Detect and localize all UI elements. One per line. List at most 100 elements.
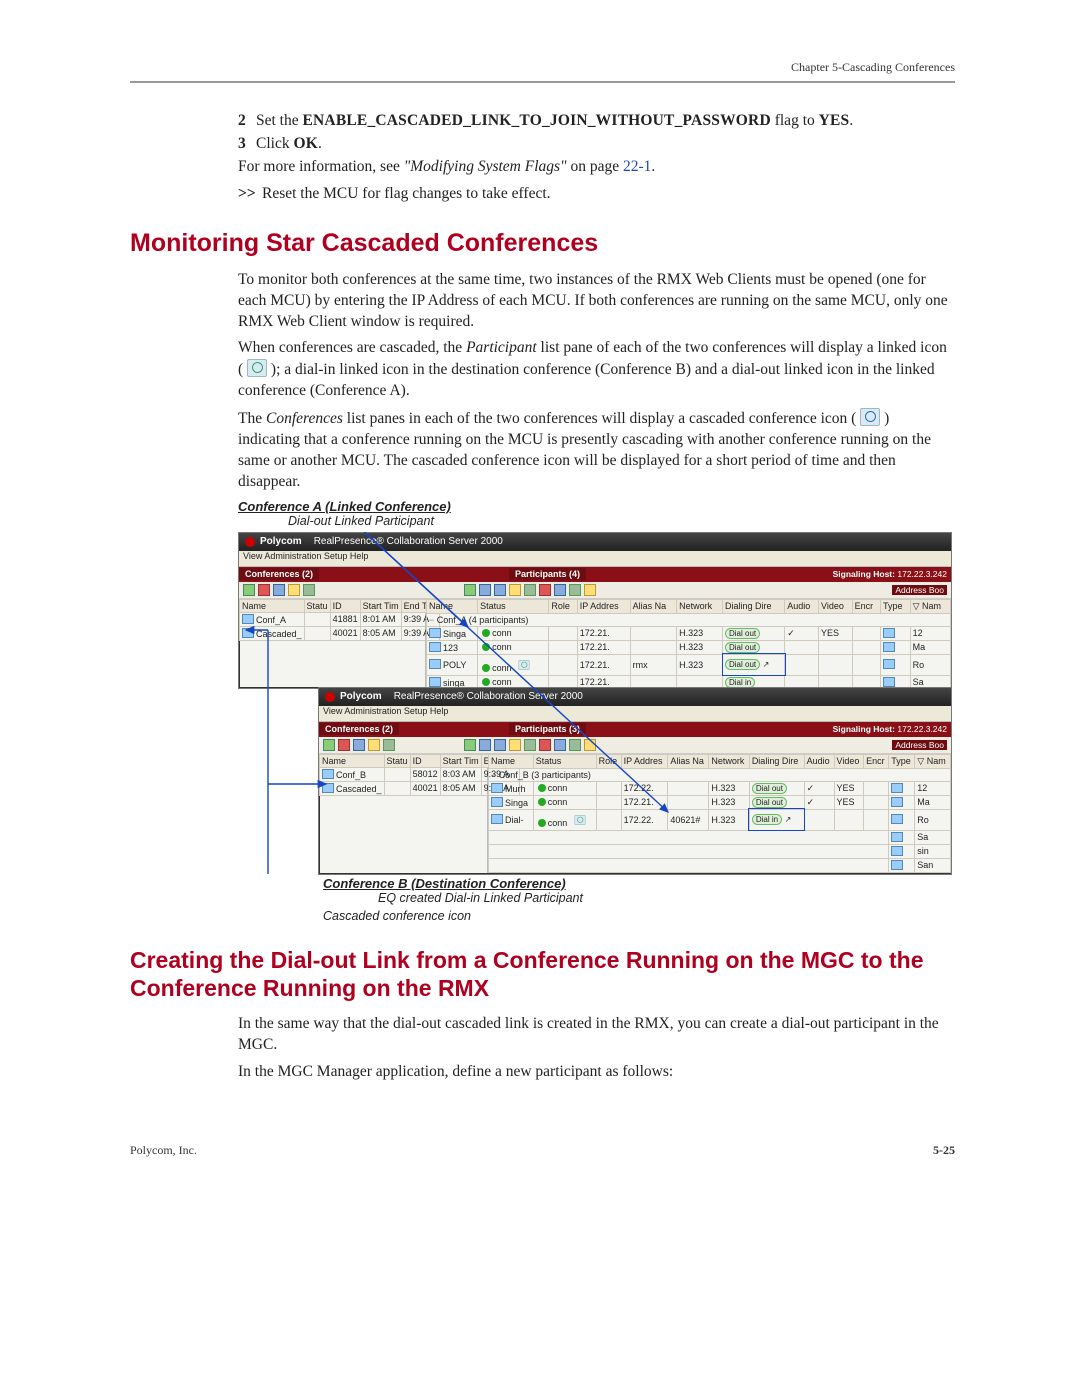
text: . bbox=[651, 158, 655, 175]
col: IP Addres bbox=[577, 599, 630, 613]
col: Network bbox=[709, 754, 749, 768]
table-row[interactable]: Dial-conn 172.22.40621#H.323Dial in ↗Ro bbox=[489, 809, 951, 830]
tool-icon[interactable] bbox=[303, 584, 315, 596]
col: Video bbox=[834, 754, 864, 768]
conferences-tab[interactable]: Conferences (2) bbox=[319, 723, 399, 735]
tool-icon[interactable] bbox=[509, 739, 521, 751]
menubar[interactable]: View Administration Setup Help bbox=[239, 551, 951, 567]
text: flag to bbox=[771, 112, 819, 129]
heading-creating-dialout: Creating the Dial-out Link from a Confer… bbox=[130, 947, 955, 1002]
table-row[interactable]: Singaconn172.21.H.323Dial out✓YES12 bbox=[427, 626, 951, 640]
step-number: 2 bbox=[238, 111, 256, 132]
add-icon[interactable] bbox=[243, 584, 255, 596]
type-icon bbox=[891, 783, 903, 793]
text: . bbox=[318, 135, 322, 152]
tool-icon[interactable] bbox=[569, 584, 581, 596]
cell: 58012 bbox=[410, 767, 440, 781]
table-row[interactable]: Singaconn172.21.H.323Dial out✓YESMa bbox=[489, 795, 951, 809]
tool-icon[interactable] bbox=[383, 739, 395, 751]
table-row[interactable]: Murhconn172.22.H.323Dial out✓YES12 bbox=[489, 781, 951, 795]
add-participant-icon[interactable] bbox=[464, 584, 476, 596]
col: Encr bbox=[852, 599, 880, 613]
status-icon bbox=[482, 678, 490, 686]
prompt-marker: >> bbox=[238, 184, 262, 205]
text: list panes in each of the two conference… bbox=[343, 410, 856, 427]
address-book-tab[interactable]: Address Boo bbox=[892, 740, 947, 750]
tool-icon[interactable] bbox=[554, 584, 566, 596]
step-text: Click OK. bbox=[256, 134, 322, 155]
reset-prompt: >> Reset the MCU for flag changes to tak… bbox=[238, 184, 955, 205]
polycom-logo-icon bbox=[245, 537, 255, 547]
table-row: San bbox=[489, 858, 951, 872]
delete-icon[interactable] bbox=[338, 739, 350, 751]
para-create-1: In the same way that the dial-out cascad… bbox=[238, 1014, 955, 1056]
tool-icon[interactable] bbox=[524, 584, 536, 596]
term: Participant bbox=[466, 339, 537, 356]
tool-icon[interactable] bbox=[368, 739, 380, 751]
table-row[interactable]: Conf_A418818:01 AM9:39 A bbox=[240, 612, 440, 626]
cell: Ma bbox=[910, 640, 950, 654]
add-participant-icon[interactable] bbox=[464, 739, 476, 751]
type-icon bbox=[883, 659, 895, 669]
cross-ref-page[interactable]: 22-1 bbox=[623, 158, 651, 175]
tool-icon[interactable] bbox=[554, 739, 566, 751]
table-row[interactable]: − Conf_B (3 participants) bbox=[489, 768, 951, 781]
col: Status bbox=[533, 754, 596, 768]
menubar[interactable]: View Administration Setup Help bbox=[319, 706, 951, 722]
tool-icon[interactable] bbox=[353, 739, 365, 751]
participant-icon bbox=[491, 797, 503, 807]
table-row[interactable]: POLYconn 172.21.rmxH.323Dial out ↗Ro bbox=[427, 654, 951, 675]
more-info: For more information, see "Modifying Sys… bbox=[238, 157, 955, 178]
col: Audio bbox=[804, 754, 834, 768]
tool-icon[interactable] bbox=[509, 584, 521, 596]
tool-icon[interactable] bbox=[539, 739, 551, 751]
tool-icon[interactable] bbox=[539, 584, 551, 596]
status-icon bbox=[538, 819, 546, 827]
tool-icon[interactable] bbox=[479, 584, 491, 596]
footer-left: Polycom, Inc. bbox=[130, 1143, 197, 1158]
para-create-2: In the MGC Manager application, define a… bbox=[238, 1062, 955, 1083]
status-icon bbox=[538, 784, 546, 792]
conferences-tab[interactable]: Conferences (2) bbox=[239, 568, 319, 580]
cell: 172.21. bbox=[621, 795, 668, 809]
table-row: Sa bbox=[489, 830, 951, 844]
table-row[interactable]: 123conn172.21.H.323Dial outMa bbox=[427, 640, 951, 654]
tool-icon[interactable] bbox=[524, 739, 536, 751]
type-icon bbox=[883, 677, 895, 687]
status-icon bbox=[482, 629, 490, 637]
participants-table-b[interactable]: NameStatusRoleIP AddresAlias NaNetworkDi… bbox=[488, 754, 951, 873]
tool-icon[interactable] bbox=[494, 584, 506, 596]
prompt-text: Reset the MCU for flag changes to take e… bbox=[262, 184, 551, 205]
add-icon[interactable] bbox=[323, 739, 335, 751]
tool-icon[interactable] bbox=[584, 584, 596, 596]
cell: 172.21. bbox=[577, 654, 630, 675]
cell: YES bbox=[834, 795, 864, 809]
flag-value: YES bbox=[819, 112, 850, 129]
col: ▽ Nam bbox=[910, 599, 950, 613]
para-monitor-1: To monitor both conferences at the same … bbox=[238, 270, 955, 333]
tool-icon[interactable] bbox=[584, 739, 596, 751]
tool-icon[interactable] bbox=[569, 739, 581, 751]
cell: 40021 bbox=[330, 626, 360, 640]
tool-icon[interactable] bbox=[479, 739, 491, 751]
cell: 172.21. bbox=[577, 640, 630, 654]
participants-table-a[interactable]: NameStatusRoleIP AddresAlias NaNetworkDi… bbox=[426, 599, 951, 690]
ip: 172.22.3.242 bbox=[897, 569, 947, 579]
cell: Conf_B bbox=[336, 770, 366, 780]
cell: conn bbox=[548, 797, 568, 807]
participant-icon bbox=[429, 642, 441, 652]
rmx-window-b: Polycom RealPresence® Collaboration Serv… bbox=[318, 687, 952, 875]
participants-tab[interactable]: Participants (4) bbox=[509, 568, 586, 580]
table-row[interactable]: − Conf_A (4 participants) bbox=[427, 613, 951, 626]
delete-icon[interactable] bbox=[258, 584, 270, 596]
tool-icon[interactable] bbox=[494, 739, 506, 751]
table-row[interactable]: Cascaded_400218:05 AM9:39 A bbox=[240, 626, 440, 640]
cell: Conf_A bbox=[256, 615, 286, 625]
conferences-table-a[interactable]: NameStatuIDStart TimEnd Tim Conf_A418818… bbox=[239, 599, 440, 641]
tool-icon[interactable] bbox=[273, 584, 285, 596]
address-book-tab[interactable]: Address Boo bbox=[892, 585, 947, 595]
term: Conferences bbox=[266, 410, 343, 427]
col: Name bbox=[489, 754, 534, 768]
tool-icon[interactable] bbox=[288, 584, 300, 596]
participants-tab[interactable]: Participants (3) bbox=[509, 723, 586, 735]
